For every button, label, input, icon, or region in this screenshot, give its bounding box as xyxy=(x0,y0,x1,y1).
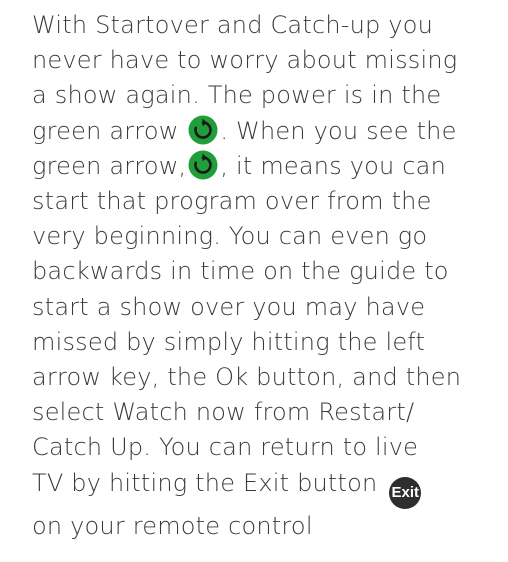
text-line: very beginning. You can even go xyxy=(32,222,428,251)
text-line: missed by simply hitting the left xyxy=(32,327,426,356)
text-line: TV by hitting the Exit button Exit xyxy=(32,466,508,509)
text-line: arrow key, the Ok button, and then xyxy=(32,363,462,392)
help-paragraph: With Startover and Catch-up you never ha… xyxy=(32,8,508,544)
text-line: start that program over from the xyxy=(32,187,432,216)
text-line: never have to worry about missing xyxy=(32,46,458,75)
restart-arrow-icon xyxy=(188,150,218,180)
text-line: a show again. The power is in the xyxy=(32,81,442,110)
restart-arrow-icon xyxy=(188,115,218,145)
text-line: With Startover and Catch-up you xyxy=(32,11,433,39)
text-fragment: . When you see the xyxy=(220,116,457,145)
text-line: green arrow, , it means you can xyxy=(32,149,508,184)
exit-button-icon: Exit xyxy=(389,476,422,509)
text-line: start a show over you may have xyxy=(32,292,426,321)
text-fragment: green arrow xyxy=(32,116,187,145)
text-line: select Watch now from Restart/ xyxy=(32,398,415,427)
text-fragment: TV by hitting the Exit button xyxy=(32,468,386,497)
text-fragment: , it means you can xyxy=(220,151,446,180)
text-line: green arrow . When you see the xyxy=(32,114,508,149)
text-fragment: green arrow, xyxy=(32,151,187,180)
text-line: backwards in time on the guide to xyxy=(32,257,449,286)
page: With Startover and Catch-up you never ha… xyxy=(0,0,508,562)
text-line: Catch Up. You can return to live xyxy=(32,433,419,462)
text-line: on your remote control xyxy=(32,511,313,540)
